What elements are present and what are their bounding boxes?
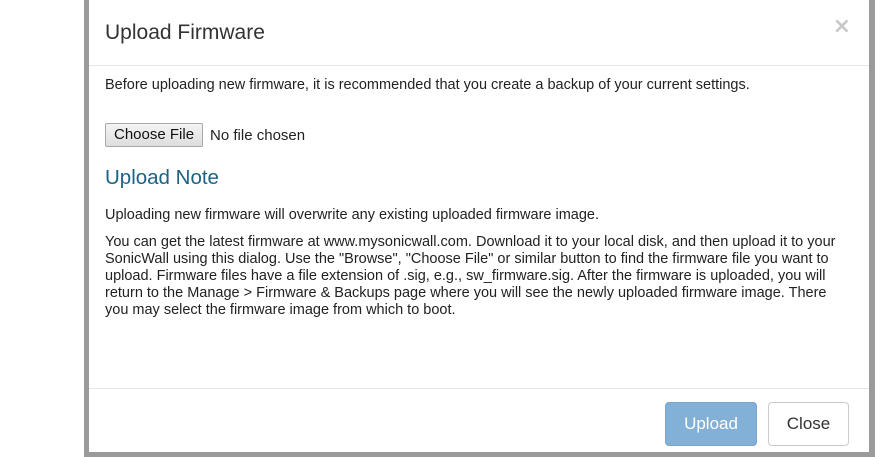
dialog-header: Upload Firmware × <box>89 0 869 66</box>
file-status-text: No file chosen <box>210 126 306 144</box>
dialog-title: Upload Firmware <box>105 21 265 44</box>
dialog-footer: Upload Close <box>89 388 869 452</box>
upload-firmware-dialog: Upload Firmware × Before uploading new f… <box>89 0 869 452</box>
upload-button[interactable]: Upload <box>665 402 757 446</box>
close-button[interactable]: Close <box>768 402 849 446</box>
close-icon[interactable]: × <box>833 16 851 38</box>
upload-note-heading: Upload Note <box>105 166 219 189</box>
dialog-body: Before uploading new firmware, it is rec… <box>89 66 869 319</box>
upload-note-paragraph-2: You can get the latest firmware at www.m… <box>105 234 836 318</box>
intro-text: Before uploading new firmware, it is rec… <box>105 77 750 93</box>
choose-file-button[interactable]: Choose File <box>105 123 204 147</box>
upload-note-paragraph-1: Uploading new firmware will overwrite an… <box>105 207 600 223</box>
file-input: Choose File No file chosen <box>105 123 852 147</box>
